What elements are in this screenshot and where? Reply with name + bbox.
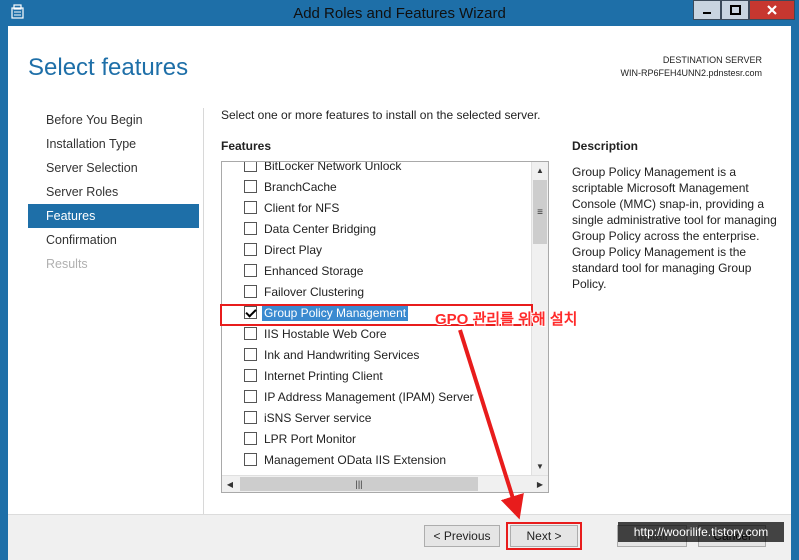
feature-label: Data Center Bridging (264, 221, 377, 236)
feature-checkbox[interactable] (244, 162, 257, 172)
feature-item-enhanced-storage[interactable]: Enhanced Storage (222, 260, 529, 281)
feature-checkbox[interactable] (244, 222, 257, 235)
feature-label: IP Address Management (IPAM) Server (264, 389, 474, 404)
feature-label: Ink and Handwriting Services (264, 347, 420, 362)
nav-divider (203, 108, 204, 516)
feature-checkbox[interactable] (244, 264, 257, 277)
feature-item-data-center-bridging[interactable]: Data Center Bridging (222, 218, 529, 239)
previous-button[interactable]: < Previous (424, 525, 500, 547)
window-title: Add Roles and Features Wizard (293, 5, 506, 22)
scroll-down-icon[interactable]: ▼ (532, 458, 548, 475)
feature-label: BitLocker Network Unlock (264, 161, 402, 173)
feature-item-isns-server[interactable]: iSNS Server service (222, 407, 529, 428)
instruction-text: Select one or more features to install o… (221, 108, 541, 122)
feature-checkbox[interactable] (244, 432, 257, 445)
destination-server-name: WIN-RP6FEH4UNN2.pdnstesr.com (620, 68, 762, 78)
feature-label: Failover Clustering (264, 284, 365, 299)
nav-item-confirmation[interactable]: Confirmation (28, 228, 199, 252)
feature-checkbox[interactable] (244, 180, 257, 193)
maximize-button[interactable] (721, 0, 749, 20)
feature-item-bitlocker-network-unlock[interactable]: BitLocker Network Unlock (222, 161, 529, 176)
scroll-left-icon[interactable]: ◀ (222, 476, 238, 492)
minimize-button[interactable] (693, 0, 721, 20)
wizard-nav: Before You Begin Installation Type Serve… (28, 108, 199, 276)
feature-item-lpr-port-monitor[interactable]: LPR Port Monitor (222, 428, 529, 449)
feature-label: Enhanced Storage (264, 263, 364, 278)
feature-checkbox[interactable] (244, 369, 257, 382)
feature-label: LPR Port Monitor (264, 431, 357, 446)
description-text: Group Policy Management is a scriptable … (572, 165, 777, 291)
feature-label: BranchCache (264, 179, 337, 194)
nav-item-before-you-begin[interactable]: Before You Begin (28, 108, 199, 132)
scroll-up-icon[interactable]: ▲ (532, 162, 548, 179)
annotation-text: GPO 관리를 위해 설치 (435, 311, 578, 328)
feature-label: Direct Play (264, 242, 323, 257)
feature-checkbox[interactable] (244, 453, 257, 466)
feature-label: Management OData IIS Extension (264, 452, 447, 467)
feature-checkbox[interactable] (244, 243, 257, 256)
watermark-url: http://woorilife.tistory.com (618, 522, 784, 542)
close-button[interactable] (749, 0, 795, 20)
destination-server-label: DESTINATION SERVER (662, 55, 762, 65)
feature-label: iSNS Server service (264, 410, 372, 425)
close-icon (767, 5, 777, 15)
wizard-client-area: Select features DESTINATION SERVER WIN-R… (8, 26, 791, 560)
feature-item-management-odata[interactable]: Management OData IIS Extension (222, 449, 529, 470)
feature-checkbox[interactable] (244, 348, 257, 361)
feature-item-internet-printing-client[interactable]: Internet Printing Client (222, 365, 529, 386)
vertical-scroll-thumb[interactable]: ≡ (533, 180, 547, 244)
features-heading: Features (221, 139, 272, 153)
feature-checkbox[interactable] (244, 327, 257, 340)
feature-item-ink-and-handwriting[interactable]: Ink and Handwriting Services (222, 344, 529, 365)
feature-item-client-for-nfs[interactable]: Client for NFS (222, 197, 529, 218)
horizontal-scroll-thumb[interactable]: ||| (240, 477, 478, 491)
feature-checkbox[interactable] (244, 285, 257, 298)
nav-item-server-roles[interactable]: Server Roles (28, 180, 199, 204)
feature-label: IIS Hostable Web Core (264, 326, 387, 341)
destination-server-info: DESTINATION SERVER WIN-RP6FEH4UNN2.pdnst… (620, 54, 762, 80)
feature-checkbox[interactable] (244, 201, 257, 214)
nav-item-installation-type[interactable]: Installation Type (28, 132, 199, 156)
nav-item-features[interactable]: Features (28, 204, 199, 228)
nav-item-results: Results (46, 257, 88, 271)
minimize-icon (703, 12, 711, 14)
page-title: Select features (28, 54, 189, 81)
title-bar: Add Roles and Features Wizard (0, 0, 799, 26)
feature-item-branchcache[interactable]: BranchCache (222, 176, 529, 197)
scroll-right-icon[interactable]: ▶ (532, 476, 548, 492)
next-button-highlight-box (506, 522, 582, 550)
horizontal-scrollbar[interactable]: ◀ ||| ▶ (222, 475, 548, 492)
feature-item-direct-play[interactable]: Direct Play (222, 239, 529, 260)
feature-checkbox[interactable] (244, 390, 257, 403)
maximize-icon (729, 5, 741, 15)
nav-item-server-selection[interactable]: Server Selection (28, 156, 199, 180)
description-heading: Description (572, 139, 639, 153)
feature-item-ipam-server[interactable]: IP Address Management (IPAM) Server (222, 386, 529, 407)
feature-item-failover-clustering[interactable]: Failover Clustering (222, 281, 529, 302)
feature-label: Client for NFS (264, 200, 340, 215)
feature-label: Internet Printing Client (264, 368, 383, 383)
feature-checkbox[interactable] (244, 411, 257, 424)
